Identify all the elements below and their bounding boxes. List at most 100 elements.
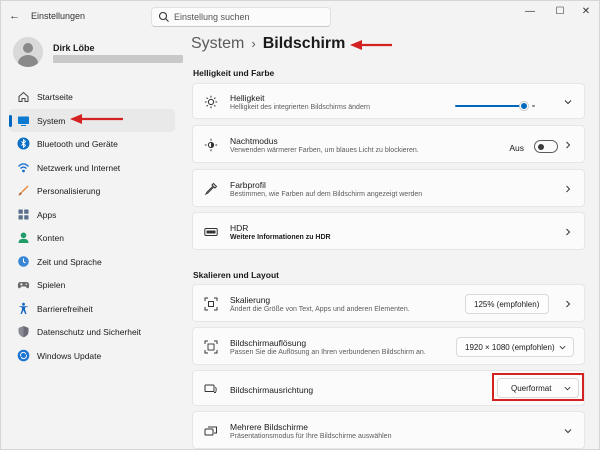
- sidebar-item-label: Zeit und Sprache: [37, 256, 102, 267]
- shield-icon: [18, 326, 29, 338]
- scaling-value: 125% (empfohlen): [474, 300, 540, 309]
- slider-track: [532, 105, 535, 107]
- color-profile-subtitle: Bestimmen, wie Farben auf dem Bildschirm…: [230, 191, 423, 198]
- color-profile-title: Farbprofil: [230, 180, 266, 190]
- annotation-arrow-system: [70, 114, 123, 124]
- night-mode-subtitle: Verwenden wärmerer Farben, um blaues Lic…: [230, 147, 419, 154]
- chevron-down-icon[interactable]: [564, 98, 572, 106]
- resolution-card[interactable]: Bildschirmauflösung Passen Sie die Auflö…: [192, 327, 585, 365]
- color-profile-card[interactable]: Farbprofil Bestimmen, wie Farben auf dem…: [192, 169, 585, 207]
- chevron-right-icon[interactable]: [564, 300, 572, 308]
- night-mode-state: Aus: [509, 143, 524, 153]
- resolution-title: Bildschirmauflösung: [230, 338, 307, 348]
- chevron-right-icon[interactable]: [564, 141, 572, 149]
- back-arrow-icon[interactable]: ←: [9, 10, 21, 22]
- sidebar-item-label: Startseite: [37, 92, 73, 102]
- brightness-slider[interactable]: [455, 101, 535, 111]
- sidebar-item-label: Konten: [37, 233, 64, 243]
- sidebar-item-datenschutz[interactable]: Datenschutz und Sicherheit: [9, 320, 175, 344]
- search-icon: [158, 11, 169, 22]
- minimize-button[interactable]: —: [519, 5, 541, 19]
- eyedropper-icon: [204, 182, 218, 196]
- bluetooth-icon: [17, 137, 30, 150]
- scaling-title: Skalierung: [230, 295, 271, 305]
- sidebar-item-label: Spielen: [37, 280, 66, 290]
- brightness-card[interactable]: Helligkeit Helligkeit des integrierten B…: [192, 83, 585, 119]
- title-bar: ← Einstellungen — ☐ ✕: [1, 1, 599, 31]
- apps-icon: [18, 209, 29, 219]
- home-icon: [18, 91, 29, 102]
- system-display-icon: [18, 116, 29, 126]
- user-profile[interactable]: Dirk Löbe: [13, 37, 183, 71]
- slider-thumb[interactable]: [520, 102, 528, 110]
- sidebar-item-startseite[interactable]: Startseite: [9, 85, 175, 109]
- sidebar-nav: Startseite System Bluetooth und Geräte N…: [9, 85, 175, 367]
- globe-clock-icon: [18, 255, 29, 267]
- sidebar-item-label: Windows Update: [37, 350, 102, 361]
- sidebar-item-windows-update[interactable]: Windows Update: [9, 344, 175, 368]
- brightness-title: Helligkeit: [230, 93, 265, 103]
- scale-icon: [204, 297, 218, 311]
- sun-icon: [204, 95, 218, 109]
- resolution-icon: [204, 340, 218, 354]
- brush-icon: [18, 185, 29, 196]
- annotation-arrow-title: [350, 40, 392, 50]
- section-title-scale-layout: Skalieren und Layout: [193, 270, 279, 280]
- maximize-button[interactable]: ☐: [549, 5, 571, 19]
- sidebar-item-label: Bluetooth und Geräte: [37, 139, 118, 149]
- sidebar-item-label: Netzwerk und Internet: [37, 162, 121, 173]
- multi-display-card[interactable]: Mehrere Bildschirme Präsentationsmodus f…: [192, 411, 585, 449]
- resolution-value: 1920 × 1080 (empfohlen): [465, 343, 555, 352]
- breadcrumb: System › Bildschirm: [191, 35, 345, 57]
- close-button[interactable]: ✕: [575, 5, 597, 19]
- night-light-icon: [204, 138, 218, 152]
- chevron-down-icon[interactable]: [564, 427, 572, 435]
- chevron-right-icon[interactable]: [564, 228, 572, 236]
- hdr-learn-more-link[interactable]: Weitere Informationen zu HDR: [230, 234, 331, 241]
- hdr-icon: [204, 228, 218, 236]
- sidebar-item-label: System: [37, 115, 66, 126]
- sidebar-item-personalisierung[interactable]: Personalisierung: [9, 179, 175, 203]
- sidebar-item-barrierefreiheit[interactable]: Barrierefreiheit: [9, 297, 175, 321]
- hdr-title: HDR: [230, 223, 249, 233]
- sidebar-item-konten[interactable]: Konten: [9, 226, 175, 250]
- orientation-icon: [204, 384, 217, 393]
- section-title-brightness-color: Helligkeit und Farbe: [193, 68, 275, 78]
- scaling-dropdown[interactable]: 125% (empfohlen): [465, 294, 549, 314]
- resolution-dropdown[interactable]: 1920 × 1080 (empfohlen): [456, 337, 574, 357]
- multi-display-subtitle: Präsentationsmodus für Ihre Bildschirme …: [230, 433, 392, 440]
- scaling-card[interactable]: Skalierung Ändert die Größe von Text, Ap…: [192, 284, 585, 322]
- breadcrumb-parent[interactable]: System: [191, 35, 244, 52]
- night-mode-toggle[interactable]: [534, 140, 558, 153]
- night-mode-title: Nachtmodus: [230, 136, 278, 146]
- accessibility-icon: [18, 302, 29, 314]
- chevron-right-icon[interactable]: [564, 185, 572, 193]
- sidebar-item-zeit-sprache[interactable]: Zeit und Sprache: [9, 250, 175, 274]
- settings-window: ← Einstellungen — ☐ ✕ Dirk Löbe Startsei…: [0, 0, 600, 450]
- slider-fill: [455, 105, 522, 107]
- app-title: Einstellungen: [31, 11, 86, 21]
- annotation-highlight-box: [492, 373, 584, 401]
- sidebar-item-netzwerk[interactable]: Netzwerk und Internet: [9, 156, 175, 180]
- avatar: [13, 37, 43, 67]
- sidebar-item-label: Apps: [37, 209, 57, 220]
- search-input[interactable]: [174, 10, 324, 24]
- gamepad-icon: [17, 282, 30, 289]
- sidebar-item-bluetooth[interactable]: Bluetooth und Geräte: [9, 132, 175, 156]
- sidebar-item-label: Datenschutz und Sicherheit: [37, 327, 141, 337]
- sidebar-item-spielen[interactable]: Spielen: [9, 273, 175, 297]
- multi-display-title: Mehrere Bildschirme: [230, 422, 308, 432]
- brightness-subtitle: Helligkeit des integrierten Bildschirms …: [230, 104, 371, 111]
- sidebar-item-label: Personalisierung: [37, 186, 101, 196]
- search-box[interactable]: [151, 7, 331, 27]
- chevron-down-icon: [559, 345, 566, 350]
- user-name: Dirk Löbe: [53, 43, 95, 53]
- resolution-subtitle: Passen Sie die Auflösung an Ihren verbun…: [230, 349, 426, 356]
- sidebar-item-apps[interactable]: Apps: [9, 203, 175, 227]
- breadcrumb-separator: ›: [251, 36, 256, 51]
- night-mode-card[interactable]: Nachtmodus Verwenden wärmerer Farben, um…: [192, 125, 585, 163]
- hdr-card[interactable]: HDR Weitere Informationen zu HDR: [192, 212, 585, 250]
- multiple-displays-icon: [204, 426, 217, 436]
- orientation-title: Bildschirmausrichtung: [230, 385, 314, 395]
- user-email-redacted: [53, 55, 183, 63]
